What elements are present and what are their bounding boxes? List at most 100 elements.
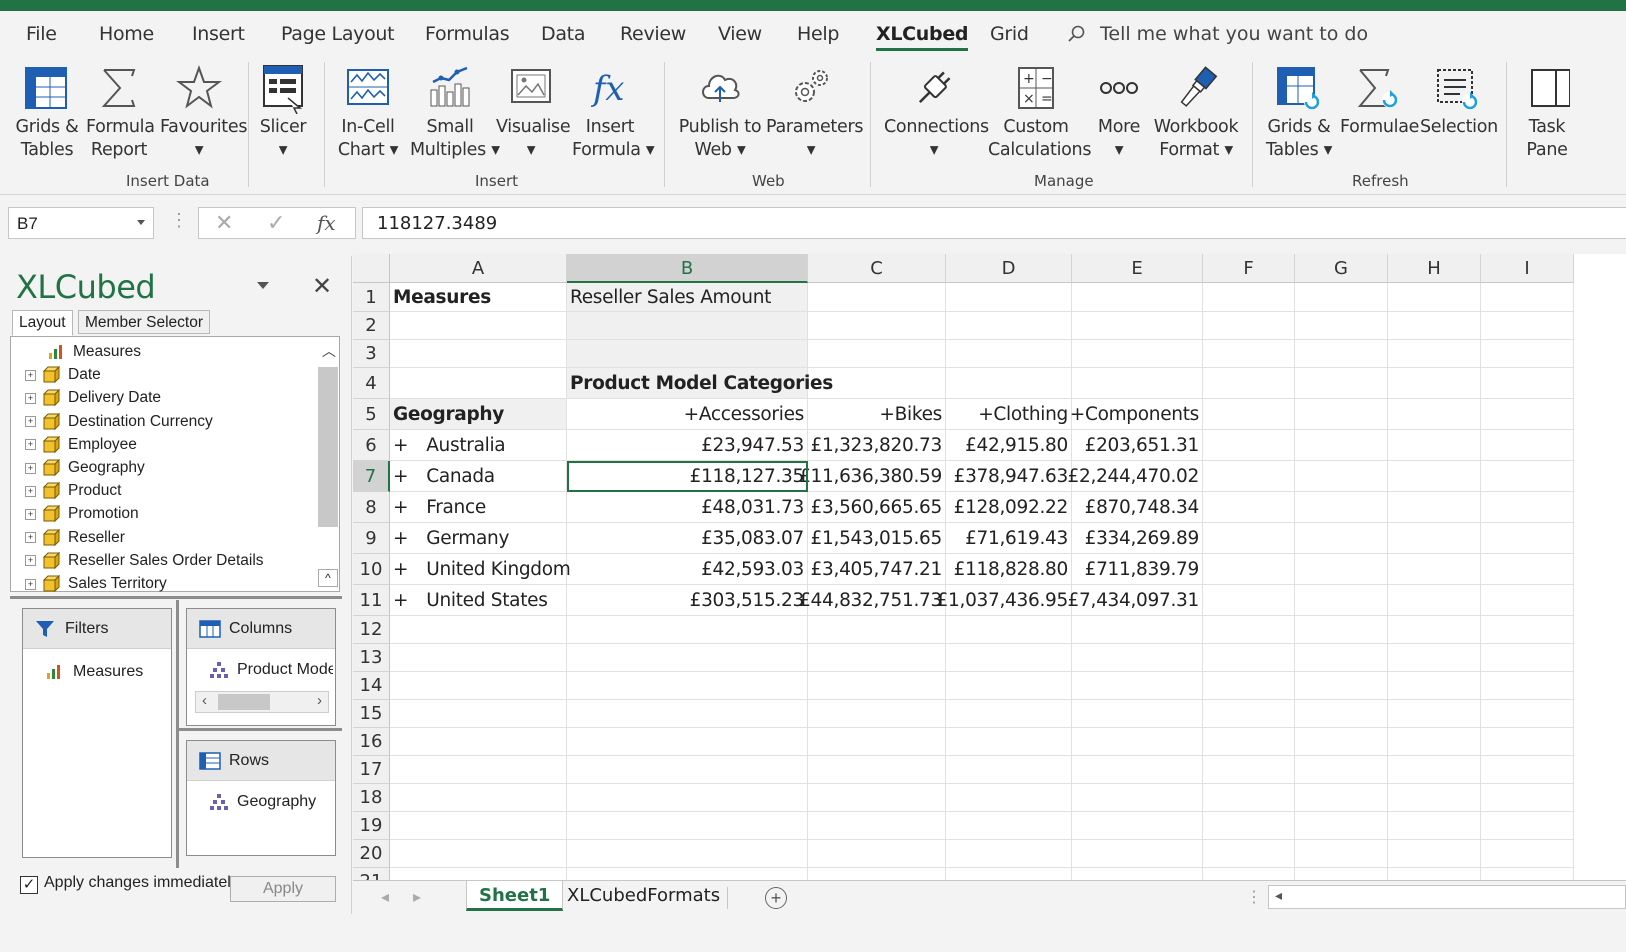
cell[interactable] xyxy=(1203,312,1295,340)
refresh-selection-button[interactable]: Selection xyxy=(1420,62,1498,139)
expand-icon[interactable]: + xyxy=(25,555,36,567)
cell[interactable] xyxy=(946,340,1072,368)
more-button[interactable]: More ▾ xyxy=(1092,62,1146,162)
data-cell[interactable]: £303,515.23 xyxy=(567,585,808,616)
cell-a1[interactable]: Measures xyxy=(390,283,567,312)
tab-xlcubed[interactable]: XLCubed xyxy=(876,23,969,51)
cell[interactable] xyxy=(946,812,1072,840)
cell[interactable] xyxy=(1203,283,1295,312)
row-header-15[interactable]: 15 xyxy=(353,700,390,728)
cell[interactable] xyxy=(1295,523,1388,554)
in-cell-chart-button[interactable]: In-Cell Chart ▾ xyxy=(336,62,400,162)
row-header-17[interactable]: 17 xyxy=(353,756,390,784)
cell[interactable] xyxy=(390,644,567,672)
cell[interactable] xyxy=(1295,756,1388,784)
cell[interactable] xyxy=(1388,616,1481,644)
cell[interactable] xyxy=(567,840,808,868)
cell[interactable] xyxy=(946,868,1072,880)
cell[interactable] xyxy=(1481,840,1574,868)
cell[interactable] xyxy=(567,644,808,672)
data-cell[interactable]: £1,543,015.65 xyxy=(808,523,946,554)
cell[interactable] xyxy=(567,868,808,880)
cell[interactable] xyxy=(1388,868,1481,880)
cell[interactable] xyxy=(1203,492,1295,523)
rows-zone[interactable]: Rows Geography xyxy=(186,740,336,856)
custom-calculations-button[interactable]: + − × = Custom Calculations xyxy=(988,62,1091,162)
expand-icon[interactable]: + xyxy=(393,559,409,580)
row-header-10[interactable]: 10 xyxy=(353,554,390,585)
cancel-icon[interactable]: ✕ xyxy=(215,210,233,236)
cell[interactable] xyxy=(1388,399,1481,430)
column-header-a[interactable]: A xyxy=(390,254,567,283)
cell[interactable] xyxy=(1203,399,1295,430)
cell[interactable] xyxy=(390,868,567,880)
cell[interactable] xyxy=(1295,616,1388,644)
spreadsheet-grid[interactable]: A B C D E F G H I 1 Measures Reseller Sales Amount 2… xyxy=(353,254,1626,880)
cell[interactable] xyxy=(808,700,946,728)
select-all-corner[interactable] xyxy=(353,254,390,283)
cell[interactable] xyxy=(808,784,946,812)
row-header-5[interactable]: 5 xyxy=(353,399,390,430)
column-category-header[interactable]: +Bikes xyxy=(808,399,946,430)
data-cell[interactable]: £7,434,097.31 xyxy=(1068,585,1203,616)
cell[interactable] xyxy=(1072,283,1203,312)
cell[interactable] xyxy=(946,784,1072,812)
cell[interactable] xyxy=(946,756,1072,784)
tab-insert[interactable]: Insert xyxy=(192,23,245,45)
cell[interactable] xyxy=(946,728,1072,756)
tree-item-employee[interactable]: + Employee xyxy=(25,434,137,456)
cell[interactable] xyxy=(1295,672,1388,700)
cell[interactable] xyxy=(390,368,567,399)
cell[interactable] xyxy=(1388,644,1481,672)
expand-icon[interactable]: + xyxy=(393,590,409,611)
insert-formula-button[interactable]: fx Insert Formula ▾ xyxy=(572,62,655,162)
cell[interactable] xyxy=(808,312,946,340)
cell[interactable] xyxy=(808,728,946,756)
cell[interactable] xyxy=(1295,312,1388,340)
cell[interactable] xyxy=(1481,672,1574,700)
publish-to-web-button[interactable]: Publish to Web ▾ xyxy=(678,62,762,162)
cell[interactable] xyxy=(1481,492,1574,523)
columns-zone[interactable]: Columns Product Mode ‹ › xyxy=(186,608,336,726)
row-header-21[interactable]: 21 xyxy=(353,868,390,880)
cell-a5[interactable]: Geography xyxy=(390,399,567,430)
cell[interactable] xyxy=(946,700,1072,728)
cell[interactable] xyxy=(808,812,946,840)
row-header-2[interactable]: 2 xyxy=(353,312,390,340)
tree-item-reseller[interactable]: + Reseller xyxy=(25,527,125,549)
cell[interactable] xyxy=(1295,554,1388,585)
cell[interactable] xyxy=(1295,430,1388,461)
workbook-format-button[interactable]: Workbook Format ▾ xyxy=(1152,62,1240,162)
cell[interactable] xyxy=(808,840,946,868)
data-cell[interactable]: £42,593.03 xyxy=(567,554,808,585)
cell[interactable] xyxy=(1481,616,1574,644)
column-category-header[interactable]: +Accessories xyxy=(567,399,808,430)
cell[interactable] xyxy=(1295,492,1388,523)
cell[interactable] xyxy=(1203,756,1295,784)
cell[interactable] xyxy=(1295,340,1388,368)
cell[interactable] xyxy=(1072,312,1203,340)
row-header-8[interactable]: 8 xyxy=(353,492,390,523)
cell[interactable] xyxy=(390,756,567,784)
column-header-e[interactable]: E xyxy=(1072,254,1203,283)
cell[interactable] xyxy=(1072,368,1203,399)
cell[interactable] xyxy=(1388,430,1481,461)
row-member-australia[interactable]: + Australia xyxy=(390,430,567,461)
cell[interactable] xyxy=(1388,340,1481,368)
cell[interactable] xyxy=(1072,840,1203,868)
cell[interactable] xyxy=(1295,840,1388,868)
row-member-canada[interactable]: + Canada xyxy=(390,461,567,492)
cell[interactable] xyxy=(808,340,946,368)
data-cell[interactable]: £3,405,747.21 xyxy=(808,554,946,585)
data-cell[interactable]: £3,560,665.65 xyxy=(808,492,946,523)
cell[interactable] xyxy=(1481,312,1574,340)
connections-button[interactable]: Connections ▾ xyxy=(884,62,989,162)
expand-icon[interactable]: + xyxy=(25,508,36,520)
row-header-14[interactable]: 14 xyxy=(353,672,390,700)
cell[interactable] xyxy=(1388,312,1481,340)
cell[interactable] xyxy=(1295,644,1388,672)
cell[interactable] xyxy=(1388,784,1481,812)
cell[interactable] xyxy=(1203,728,1295,756)
column-item-product-model[interactable]: Product Mode xyxy=(209,661,333,679)
cell[interactable] xyxy=(1481,700,1574,728)
